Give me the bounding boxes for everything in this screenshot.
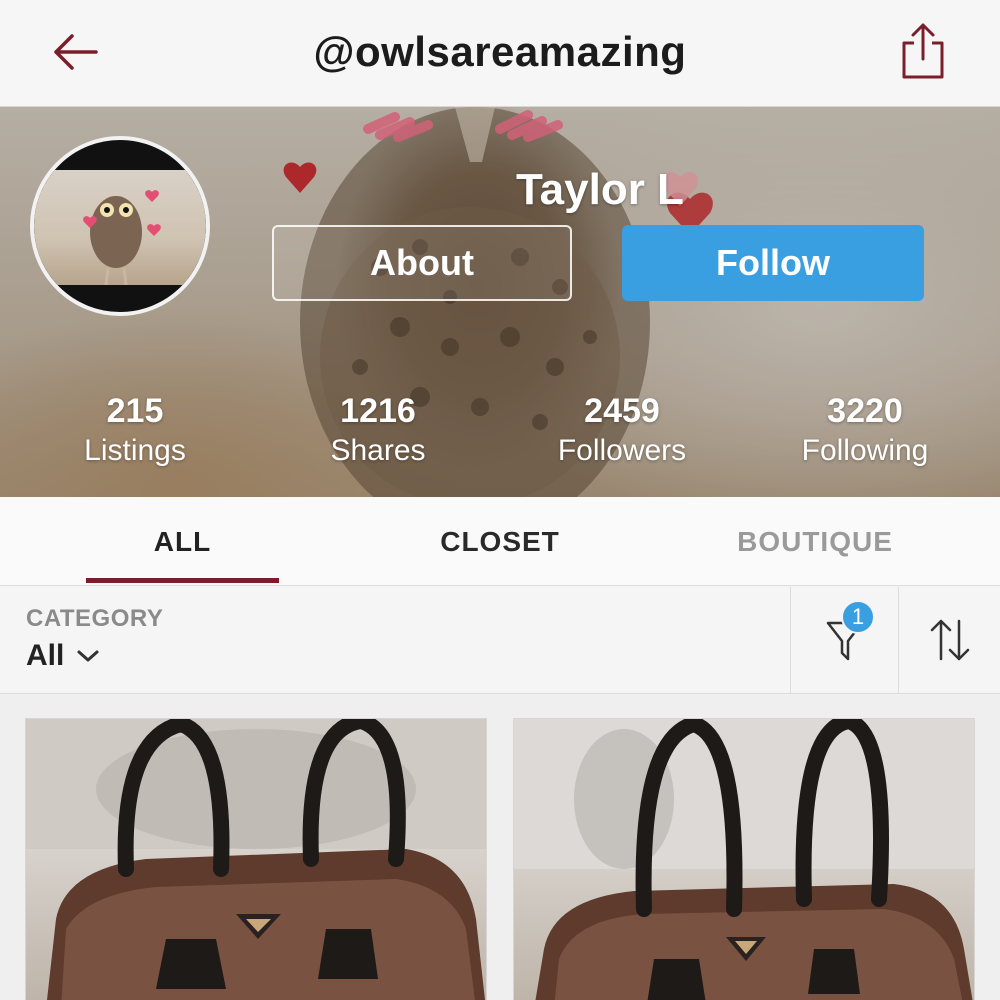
handbag-photo [514,719,974,1000]
sort-arrows-icon [930,619,969,661]
share-icon [902,23,944,79]
filter-bar: CATEGORY All 1 [0,587,1000,694]
stat-label: Following [801,434,929,467]
tab-boutique[interactable]: BOUTIQUE [715,497,915,586]
profile-cover: Taylor L About Follow 215 Listings 1216 … [0,107,1000,497]
stat-label: Followers [557,434,687,467]
chevron-down-icon [77,650,99,662]
stat-value: 3220 [827,392,903,430]
category-value: All [26,639,65,672]
stat-listings[interactable]: 215 Listings [20,392,250,472]
share-button[interactable] [888,14,958,88]
stat-label: Shares [330,434,426,467]
follow-button[interactable]: Follow [622,225,924,301]
page-title: @owlsareamazing [313,28,687,75]
stat-value: 215 [106,392,164,430]
owl-avatar-icon [83,190,161,286]
arrow-left-icon [54,34,98,70]
stat-label: Listings [84,434,186,467]
tab-closet[interactable]: CLOSET [400,497,600,586]
stat-value: 2459 [584,392,660,430]
handbag-photo [26,719,486,1000]
category-dropdown[interactable]: CATEGORY All [26,605,163,673]
stat-shares[interactable]: 1216 Shares [263,392,493,472]
avatar-photo [34,170,206,286]
about-button[interactable]: About [272,225,572,301]
closet-tabs: ALL CLOSET BOUTIQUE [0,497,1000,586]
top-bar: @owlsareamazing [0,0,1000,107]
listings-grid [0,694,1000,1000]
sort-button[interactable] [898,587,1000,693]
listing-card[interactable] [513,718,975,1000]
filter-button[interactable]: 1 [790,587,898,693]
stat-value: 1216 [340,392,416,430]
stat-followers[interactable]: 2459 Followers [507,392,737,472]
category-value-row: All [26,639,163,673]
stat-following[interactable]: 3220 Following [750,392,980,472]
listing-card[interactable] [25,718,487,1000]
tab-all[interactable]: ALL [86,497,279,586]
active-tab-indicator [86,578,279,583]
category-label: CATEGORY [26,605,164,632]
avatar[interactable] [30,136,210,316]
back-button[interactable] [42,24,108,80]
filter-count-badge: 1 [841,600,875,634]
profile-name: Taylor L [516,165,684,214]
